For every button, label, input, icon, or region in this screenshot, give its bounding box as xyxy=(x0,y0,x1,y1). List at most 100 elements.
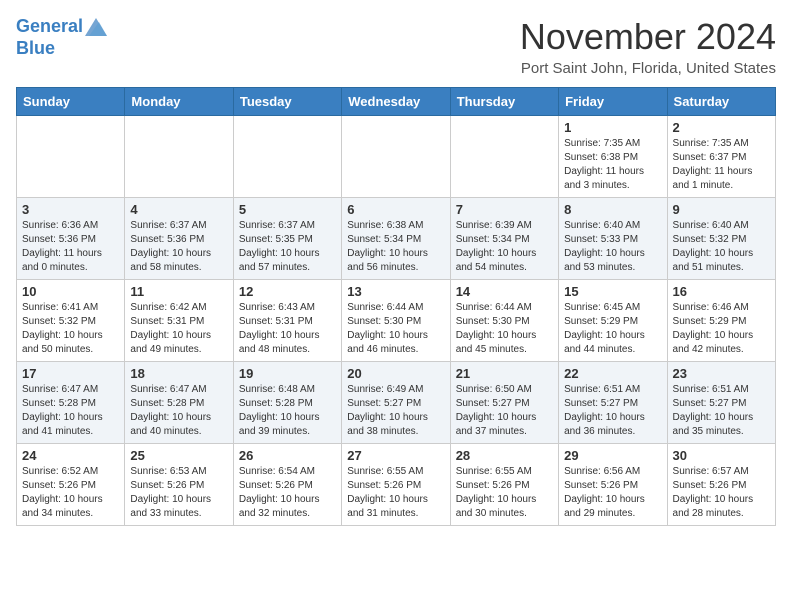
calendar-cell: 12Sunrise: 6:43 AM Sunset: 5:31 PM Dayli… xyxy=(233,280,341,362)
calendar-cell xyxy=(125,116,233,198)
calendar-cell: 1 Sunrise: 7:35 AM Sunset: 6:38 PM Daylig… xyxy=(559,116,667,198)
day-info: Sunrise: 6:47 AM Sunset: 5:28 PM Dayligh… xyxy=(130,383,227,439)
calendar-cell: 16Sunrise: 6:46 AM Sunset: 5:29 PM Dayli… xyxy=(667,280,775,362)
weekday-header-row: SundayMondayTuesdayWednesdayThursdayFrid… xyxy=(17,88,776,116)
calendar-cell: 25Sunrise: 6:53 AM Sunset: 5:26 PM Dayli… xyxy=(125,444,233,526)
day-number: 29 xyxy=(564,448,661,463)
calendar-cell xyxy=(233,116,341,198)
day-info: Sunrise: 6:45 AM Sunset: 5:29 PM Dayligh… xyxy=(564,301,661,357)
calendar-cell: 13Sunrise: 6:44 AM Sunset: 5:30 PM Dayli… xyxy=(342,280,450,362)
day-number: 22 xyxy=(564,366,661,381)
day-number: 10 xyxy=(22,284,119,299)
calendar-week-4: 17 Sunrise: 6:47 AM Sunset: 5:28 PM Dayli… xyxy=(17,362,776,444)
day-info: Sunrise: 6:53 AM Sunset: 5:26 PM Dayligh… xyxy=(130,465,227,521)
calendar-cell: 21 Sunrise: 6:50 AM Sunset: 5:27 PM Dayli… xyxy=(450,362,558,444)
day-info: Sunrise: 6:49 AM Sunset: 5:27 PM Dayligh… xyxy=(347,383,444,439)
day-info: Sunrise: 6:36 AM Sunset: 5:36 PM Dayligh… xyxy=(22,219,119,275)
calendar-cell: 8 Sunrise: 6:40 AM Sunset: 5:33 PM Daylig… xyxy=(559,198,667,280)
weekday-sunday: Sunday xyxy=(17,88,125,116)
weekday-monday: Monday xyxy=(125,88,233,116)
weekday-wednesday: Wednesday xyxy=(342,88,450,116)
day-number: 8 xyxy=(564,202,661,217)
day-number: 28 xyxy=(456,448,553,463)
calendar-week-5: 24Sunrise: 6:52 AM Sunset: 5:26 PM Dayli… xyxy=(17,444,776,526)
calendar-cell: 14Sunrise: 6:44 AM Sunset: 5:30 PM Dayli… xyxy=(450,280,558,362)
day-number: 15 xyxy=(564,284,661,299)
day-info: Sunrise: 6:44 AM Sunset: 5:30 PM Dayligh… xyxy=(456,301,553,357)
day-number: 19 xyxy=(239,366,336,381)
calendar-cell: 3 Sunrise: 6:36 AM Sunset: 5:36 PM Daylig… xyxy=(17,198,125,280)
day-number: 4 xyxy=(130,202,227,217)
calendar-cell: 5Sunrise: 6:37 AM Sunset: 5:35 PM Daylig… xyxy=(233,198,341,280)
calendar-cell: 30 Sunrise: 6:57 AM Sunset: 5:26 PM Dayli… xyxy=(667,444,775,526)
calendar-cell: 6 Sunrise: 6:38 AM Sunset: 5:34 PM Daylig… xyxy=(342,198,450,280)
calendar-cell: 26 Sunrise: 6:54 AM Sunset: 5:26 PM Dayli… xyxy=(233,444,341,526)
location: Port Saint John, Florida, United States xyxy=(520,60,776,77)
day-info: Sunrise: 6:38 AM Sunset: 5:34 PM Dayligh… xyxy=(347,219,444,275)
day-number: 7 xyxy=(456,202,553,217)
day-info: Sunrise: 6:40 AM Sunset: 5:33 PM Dayligh… xyxy=(564,219,661,275)
calendar-week-3: 10 Sunrise: 6:41 AM Sunset: 5:32 PM Dayli… xyxy=(17,280,776,362)
day-info: Sunrise: 7:35 AM Sunset: 6:37 PM Dayligh… xyxy=(673,137,770,193)
day-number: 16 xyxy=(673,284,770,299)
day-number: 2 xyxy=(673,120,770,135)
day-info: Sunrise: 6:54 AM Sunset: 5:26 PM Dayligh… xyxy=(239,465,336,521)
calendar-cell: 29Sunrise: 6:56 AM Sunset: 5:26 PM Dayli… xyxy=(559,444,667,526)
day-info: Sunrise: 6:52 AM Sunset: 5:26 PM Dayligh… xyxy=(22,465,119,521)
weekday-saturday: Saturday xyxy=(667,88,775,116)
calendar-cell: 15 Sunrise: 6:45 AM Sunset: 5:29 PM Dayli… xyxy=(559,280,667,362)
day-info: Sunrise: 6:42 AM Sunset: 5:31 PM Dayligh… xyxy=(130,301,227,357)
day-number: 11 xyxy=(130,284,227,299)
day-number: 5 xyxy=(239,202,336,217)
calendar-table: SundayMondayTuesdayWednesdayThursdayFrid… xyxy=(16,87,776,526)
day-info: Sunrise: 7:35 AM Sunset: 6:38 PM Dayligh… xyxy=(564,137,661,193)
logo: General Blue xyxy=(16,16,107,59)
page-header: General Blue November 2024 Port Saint Jo… xyxy=(16,16,776,77)
logo-blue: Blue xyxy=(16,38,107,60)
calendar-cell: 4 Sunrise: 6:37 AM Sunset: 5:36 PM Daylig… xyxy=(125,198,233,280)
day-number: 12 xyxy=(239,284,336,299)
calendar-cell: 19 Sunrise: 6:48 AM Sunset: 5:28 PM Dayli… xyxy=(233,362,341,444)
calendar-cell: 20 Sunrise: 6:49 AM Sunset: 5:27 PM Dayli… xyxy=(342,362,450,444)
day-number: 20 xyxy=(347,366,444,381)
day-number: 3 xyxy=(22,202,119,217)
weekday-tuesday: Tuesday xyxy=(233,88,341,116)
day-info: Sunrise: 6:40 AM Sunset: 5:32 PM Dayligh… xyxy=(673,219,770,275)
day-info: Sunrise: 6:48 AM Sunset: 5:28 PM Dayligh… xyxy=(239,383,336,439)
day-info: Sunrise: 6:41 AM Sunset: 5:32 PM Dayligh… xyxy=(22,301,119,357)
day-info: Sunrise: 6:57 AM Sunset: 5:26 PM Dayligh… xyxy=(673,465,770,521)
day-info: Sunrise: 6:55 AM Sunset: 5:26 PM Dayligh… xyxy=(456,465,553,521)
calendar-cell: 11 Sunrise: 6:42 AM Sunset: 5:31 PM Dayli… xyxy=(125,280,233,362)
day-number: 17 xyxy=(22,366,119,381)
day-number: 9 xyxy=(673,202,770,217)
weekday-friday: Friday xyxy=(559,88,667,116)
day-number: 21 xyxy=(456,366,553,381)
day-info: Sunrise: 6:37 AM Sunset: 5:36 PM Dayligh… xyxy=(130,219,227,275)
calendar-week-2: 3 Sunrise: 6:36 AM Sunset: 5:36 PM Daylig… xyxy=(17,198,776,280)
calendar-cell xyxy=(450,116,558,198)
day-number: 27 xyxy=(347,448,444,463)
day-info: Sunrise: 6:51 AM Sunset: 5:27 PM Dayligh… xyxy=(673,383,770,439)
calendar-cell: 24Sunrise: 6:52 AM Sunset: 5:26 PM Dayli… xyxy=(17,444,125,526)
calendar-cell xyxy=(17,116,125,198)
day-number: 26 xyxy=(239,448,336,463)
calendar-cell: 2 Sunrise: 7:35 AM Sunset: 6:37 PM Daylig… xyxy=(667,116,775,198)
day-number: 1 xyxy=(564,120,661,135)
day-info: Sunrise: 6:47 AM Sunset: 5:28 PM Dayligh… xyxy=(22,383,119,439)
month-title: November 2024 xyxy=(520,16,776,58)
calendar-cell: 18 Sunrise: 6:47 AM Sunset: 5:28 PM Dayli… xyxy=(125,362,233,444)
day-number: 6 xyxy=(347,202,444,217)
weekday-thursday: Thursday xyxy=(450,88,558,116)
calendar-cell: 10 Sunrise: 6:41 AM Sunset: 5:32 PM Dayli… xyxy=(17,280,125,362)
calendar-cell: 22 Sunrise: 6:51 AM Sunset: 5:27 PM Dayli… xyxy=(559,362,667,444)
day-info: Sunrise: 6:39 AM Sunset: 5:34 PM Dayligh… xyxy=(456,219,553,275)
calendar-cell: 7 Sunrise: 6:39 AM Sunset: 5:34 PM Daylig… xyxy=(450,198,558,280)
calendar-cell: 27 Sunrise: 6:55 AM Sunset: 5:26 PM Dayli… xyxy=(342,444,450,526)
calendar-cell: 9 Sunrise: 6:40 AM Sunset: 5:32 PM Daylig… xyxy=(667,198,775,280)
day-number: 30 xyxy=(673,448,770,463)
day-number: 18 xyxy=(130,366,227,381)
calendar-cell xyxy=(342,116,450,198)
day-info: Sunrise: 6:50 AM Sunset: 5:27 PM Dayligh… xyxy=(456,383,553,439)
day-info: Sunrise: 6:55 AM Sunset: 5:26 PM Dayligh… xyxy=(347,465,444,521)
day-info: Sunrise: 6:51 AM Sunset: 5:27 PM Dayligh… xyxy=(564,383,661,439)
